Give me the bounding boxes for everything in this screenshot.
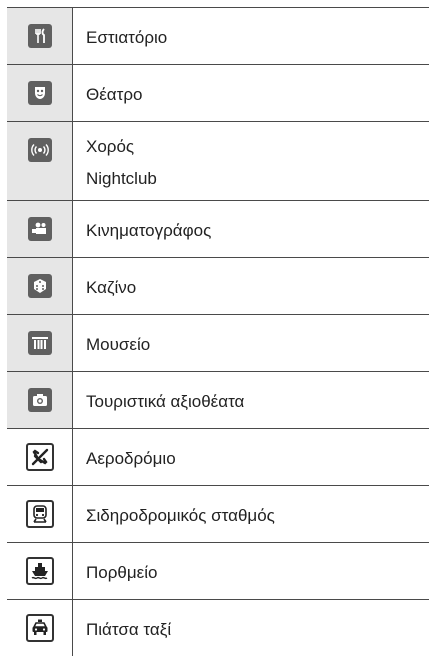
legend-label: Χορός Nightclub [86,137,157,188]
legend-row-museum: Μουσείο [7,315,429,372]
legend-row-train-station: Σιδηροδρομικός σταθμός [7,486,429,543]
taxi-icon [25,614,54,642]
legend-label: Θέατρο [86,85,143,104]
legend-row-taxi: Πιάτσα ταξί [7,600,429,656]
icon-cell [7,122,73,200]
legend-row-theater: Θέατρο [7,65,429,122]
movie-camera-icon [27,217,52,241]
camera-icon [27,388,52,412]
airplane-icon [25,443,54,471]
legend-row-dance: Χορός Nightclub [7,122,429,201]
fork-knife-icon [27,24,52,48]
icon-cell [7,429,73,485]
legend-label: Κινηματογράφος [86,221,212,240]
icon-cell [7,65,73,121]
dice-icon [27,274,52,298]
legend-row-cinema: Κινηματογράφος [7,201,429,258]
legend-label: Σιδηροδρομικός σταθμός [86,506,275,525]
poi-legend-table: Εστιατόριο Θέατρο Χορός Nightclub Κινημα… [7,7,429,656]
speaker-icon [27,138,52,162]
legend-row-airport: Αεροδρόμιο [7,429,429,486]
train-icon [25,500,54,528]
legend-row-sights: Τουριστικά αξιοθέατα [7,372,429,429]
legend-label: Εστιατόριο [86,28,168,47]
legend-label: Καζίνο [86,278,137,297]
icon-cell [7,201,73,257]
museum-column-icon [27,331,52,355]
icon-cell [7,486,73,542]
legend-row-restaurant: Εστιατόριο [7,8,429,65]
icon-cell [7,315,73,371]
legend-row-ferry: Πορθμείο [7,543,429,600]
icon-cell [7,258,73,314]
legend-label: Αεροδρόμιο [86,449,176,468]
ferry-icon [25,557,54,585]
legend-label: Τουριστικά αξιοθέατα [86,392,245,411]
icon-cell [7,372,73,428]
legend-label: Μουσείο [86,335,151,354]
icon-cell [7,543,73,599]
legend-label: Πορθμείο [86,563,158,582]
legend-row-casino: Καζίνο [7,258,429,315]
theater-mask-icon [27,81,52,105]
legend-label: Πιάτσα ταξί [86,620,172,639]
icon-cell [7,8,73,64]
icon-cell [7,600,73,656]
